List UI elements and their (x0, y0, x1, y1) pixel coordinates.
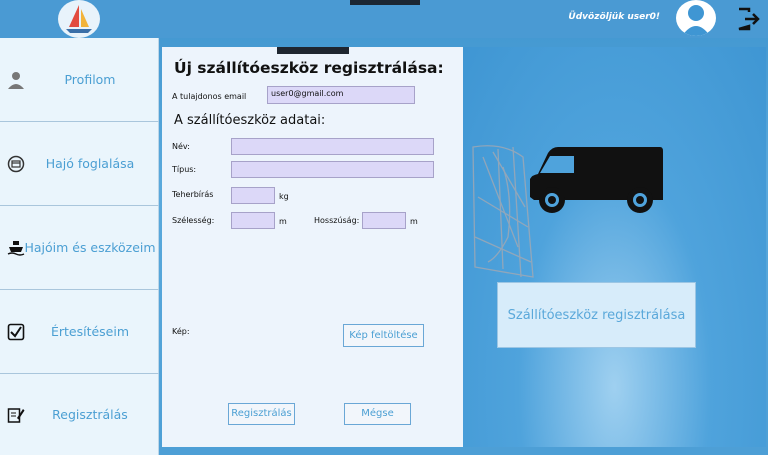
length-input[interactable] (362, 212, 406, 229)
register-button[interactable]: Regisztrálás (228, 403, 295, 425)
window-notch (350, 0, 420, 5)
edit-icon (7, 406, 25, 424)
capacity-unit: kg (279, 192, 289, 201)
capacity-input[interactable] (231, 187, 275, 204)
type-label: Típus: (172, 165, 197, 174)
user-icon (7, 71, 25, 89)
image-label: Kép: (172, 327, 190, 336)
owner-email-field[interactable]: user0@gmail.com (267, 86, 415, 104)
width-input[interactable] (231, 212, 275, 229)
panel-tab-notch (277, 47, 349, 54)
sailboat-icon[interactable] (58, 0, 100, 38)
width-label: Szélesség: (172, 216, 215, 225)
length-unit: m (410, 217, 418, 226)
ship-watermark-icon (472, 145, 534, 278)
registration-form-panel: Új szállítóeszköz regisztrálása: A tulaj… (162, 47, 463, 447)
cancel-button[interactable]: Mégse (344, 403, 411, 425)
ship-icon (7, 239, 25, 257)
owner-email-label: A tulajdonos email (172, 92, 247, 101)
type-input[interactable] (231, 161, 434, 178)
sidebar: Profilom Hajó foglalása Hajóim és eszköz… (0, 38, 159, 455)
sidebar-item-notifications[interactable]: Értesítéseim (0, 290, 159, 374)
form-title: Új szállítóeszköz regisztrálása: (174, 59, 444, 77)
length-label: Hosszúság: (314, 216, 360, 225)
upload-image-button[interactable]: Kép feltöltése (343, 324, 424, 347)
welcome-text: Üdvözöljük user0! (568, 12, 660, 22)
calendar-icon (7, 155, 25, 173)
van-icon (530, 147, 663, 213)
sidebar-item-boats-tools[interactable]: Hajóim és eszközeim (0, 206, 159, 290)
name-label: Név: (172, 142, 190, 151)
sidebar-item-profile[interactable]: Profilom (0, 38, 159, 122)
sidebar-item-boat-booking[interactable]: Hajó foglalása (0, 122, 159, 206)
user-avatar-icon[interactable] (676, 0, 716, 36)
capacity-label: Teherbírás (172, 190, 214, 199)
sidebar-item-registration[interactable]: Regisztrálás (0, 374, 159, 455)
vehicle-registration-title-button[interactable]: Szállítóeszköz regisztrálása (497, 282, 696, 348)
right-panel (463, 47, 766, 447)
section-title: A szállítóeszköz adatai: (174, 113, 326, 128)
name-input[interactable] (231, 138, 434, 155)
logout-icon[interactable] (736, 6, 762, 32)
width-unit: m (279, 217, 287, 226)
checkbox-icon (7, 323, 25, 341)
